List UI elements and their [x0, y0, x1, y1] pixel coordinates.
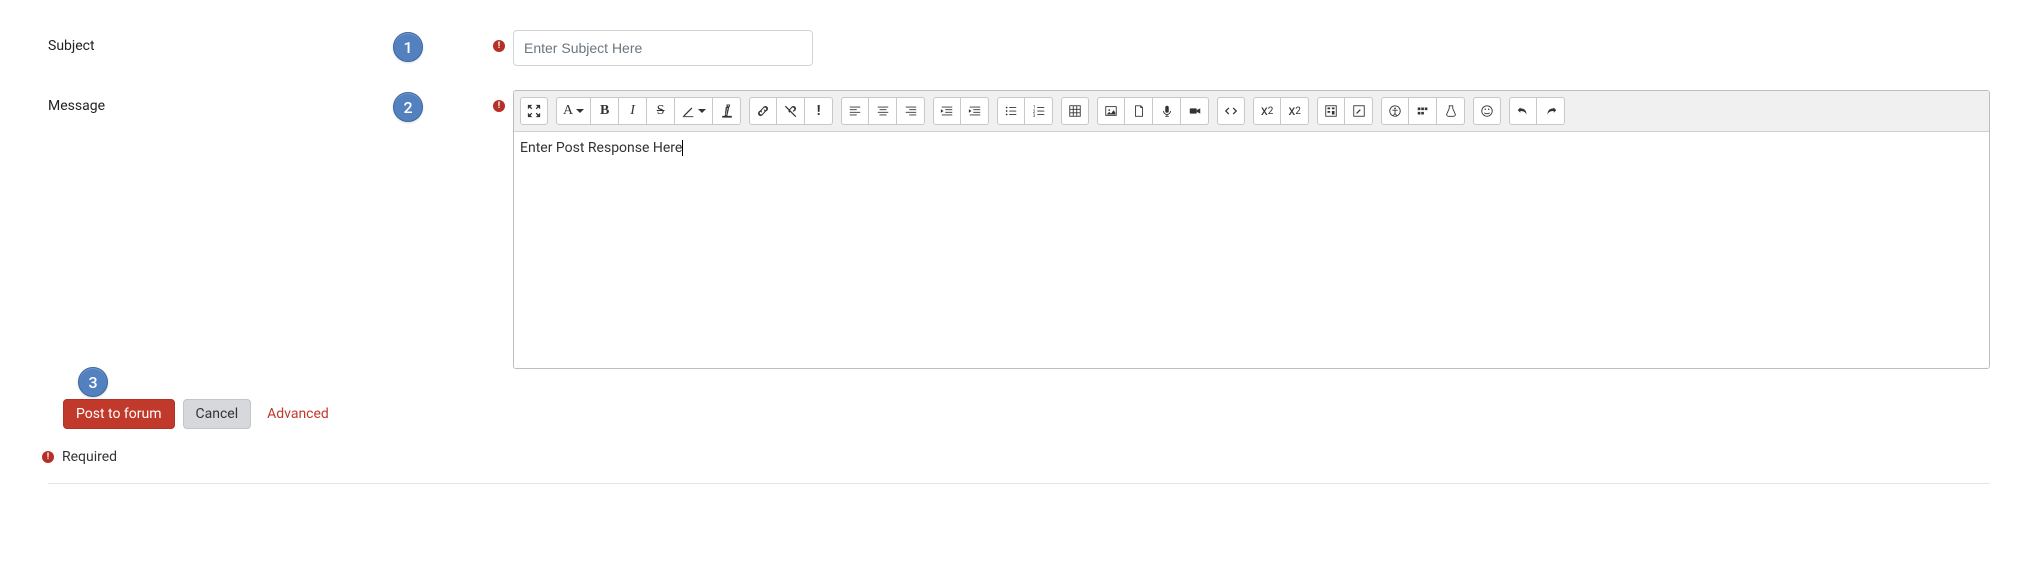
paragraph-style-dropdown[interactable]: A: [556, 97, 591, 125]
clear-formatting-button[interactable]: [713, 97, 741, 125]
undo-button[interactable]: [1509, 97, 1537, 125]
bold-button[interactable]: B: [591, 97, 619, 125]
required-legend: ! Required: [42, 449, 1990, 465]
indent-button[interactable]: [961, 97, 989, 125]
required-icon: !: [493, 100, 505, 112]
message-row: Message 2 ! A: [48, 90, 1990, 369]
unlink-button[interactable]: [777, 97, 805, 125]
redo-button[interactable]: [1537, 97, 1565, 125]
step-badge-2: 2: [393, 92, 423, 122]
subject-row: Subject 1 !: [48, 30, 1990, 66]
record-video-button[interactable]: [1181, 97, 1209, 125]
message-label: Message: [48, 90, 393, 114]
message-content: Enter Post Response Here: [520, 140, 682, 156]
outdent-button[interactable]: [933, 97, 961, 125]
advanced-link[interactable]: Advanced: [267, 406, 329, 422]
form-actions: 3 Post to forum Cancel Advanced: [63, 399, 1990, 429]
emoji-button[interactable]: [1473, 97, 1501, 125]
record-audio-button[interactable]: [1153, 97, 1181, 125]
cancel-button[interactable]: Cancel: [183, 399, 252, 429]
chevron-down-icon: [576, 109, 584, 117]
rich-text-editor: A B I S: [513, 90, 1990, 369]
insert-image-button[interactable]: [1097, 97, 1125, 125]
step-badge-1: 1: [393, 32, 423, 62]
link-button[interactable]: [749, 97, 777, 125]
chevron-down-icon: [698, 109, 706, 117]
prevent-autolink-button[interactable]: !: [805, 97, 833, 125]
insert-file-button[interactable]: [1125, 97, 1153, 125]
subject-input[interactable]: [513, 30, 813, 66]
text-color-dropdown[interactable]: [675, 97, 713, 125]
screenreader-helper-button[interactable]: [1409, 97, 1437, 125]
svg-text:3: 3: [1033, 114, 1036, 118]
editor-toolbar: A B I S: [514, 91, 1989, 132]
subject-label: Subject: [48, 30, 393, 54]
align-center-button[interactable]: [869, 97, 897, 125]
message-textarea[interactable]: Enter Post Response Here: [514, 132, 1989, 368]
required-icon: !: [42, 451, 54, 463]
table-button[interactable]: [1061, 97, 1089, 125]
chemistry-button[interactable]: [1437, 97, 1465, 125]
step-badge-3: 3: [78, 367, 108, 397]
divider: [48, 483, 1990, 484]
align-right-button[interactable]: [897, 97, 925, 125]
required-text: Required: [62, 449, 117, 465]
required-icon: !: [493, 40, 505, 52]
text-caret: [682, 140, 683, 156]
html-button[interactable]: [1217, 97, 1245, 125]
fullscreen-button[interactable]: [520, 97, 548, 125]
italic-button[interactable]: I: [619, 97, 647, 125]
post-to-forum-button[interactable]: Post to forum: [63, 399, 175, 429]
edit-button[interactable]: [1345, 97, 1373, 125]
superscript-button[interactable]: x2: [1281, 97, 1309, 125]
subscript-button[interactable]: x2: [1253, 97, 1281, 125]
numbered-list-button[interactable]: 123: [1025, 97, 1053, 125]
equation-editor-button[interactable]: [1317, 97, 1345, 125]
align-left-button[interactable]: [841, 97, 869, 125]
bullet-list-button[interactable]: [997, 97, 1025, 125]
accessibility-button[interactable]: [1381, 97, 1409, 125]
strikethrough-button[interactable]: S: [647, 97, 675, 125]
